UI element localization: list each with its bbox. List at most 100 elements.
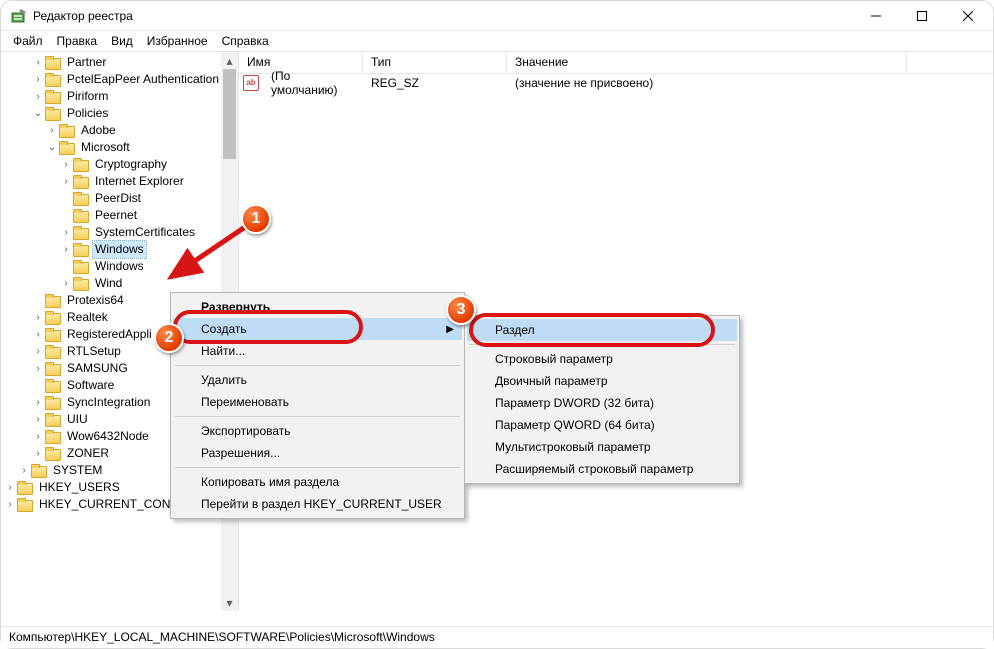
annotation-callout-2: 2 (154, 323, 184, 353)
minimize-button[interactable] (853, 1, 899, 31)
folder-icon (45, 73, 61, 87)
col-value[interactable]: Значение (507, 52, 907, 73)
chevron-right-icon[interactable]: › (31, 428, 45, 445)
ctx-find[interactable]: Найти... (173, 340, 462, 362)
tree-node-label: Adobe (79, 122, 118, 139)
ctx-delete[interactable]: Удалить (173, 369, 462, 391)
tree-node[interactable]: › PctelEapPeer Authentication (1, 71, 221, 88)
tree-node[interactable]: ›Cryptography (1, 156, 221, 173)
chevron-right-icon[interactable]: › (59, 156, 73, 173)
sub-key[interactable]: Раздел (467, 319, 737, 341)
status-path: Компьютер\HKEY_LOCAL_MACHINE\SOFTWARE\Po… (9, 630, 435, 644)
separator (175, 365, 460, 366)
sub-multistring[interactable]: Мультистроковый параметр (467, 436, 737, 458)
chevron-right-icon[interactable]: › (31, 360, 45, 377)
tree-node-label: Windows (93, 258, 146, 275)
separator (175, 416, 460, 417)
chevron-right-icon[interactable]: › (59, 173, 73, 190)
tree-node-label: PctelEapPeer Authentication (65, 71, 221, 88)
chevron-right-icon[interactable]: › (31, 394, 45, 411)
tree-node[interactable]: ·PeerDist (1, 190, 221, 207)
ctx-rename[interactable]: Переименовать (173, 391, 462, 413)
tree-node-label: RegisteredAppli (65, 326, 154, 343)
chevron-right-icon[interactable]: › (45, 122, 59, 139)
folder-icon (73, 158, 89, 172)
tree-node-label: Realtek (65, 309, 110, 326)
folder-icon (73, 260, 89, 274)
separator (469, 344, 735, 345)
sub-qword[interactable]: Параметр QWORD (64 бита) (467, 414, 737, 436)
folder-icon (73, 209, 89, 223)
ctx-goto[interactable]: Перейти в раздел HKEY_CURRENT_USER (173, 493, 462, 515)
folder-icon (45, 328, 61, 342)
context-menu: Развернуть Создать ▶ Найти... Удалить Пе… (170, 292, 465, 519)
tree-node-label: Software (65, 377, 116, 394)
tree-node[interactable]: ⌄Policies (1, 105, 221, 122)
chevron-right-icon[interactable]: › (3, 496, 17, 513)
scroll-up-icon[interactable]: ▴ (221, 52, 238, 69)
menu-file[interactable]: Файл (7, 32, 49, 50)
tree-node[interactable]: ›Partner (1, 54, 221, 71)
chevron-right-icon[interactable]: › (31, 411, 45, 428)
sub-binary[interactable]: Двоичный параметр (467, 370, 737, 392)
folder-icon (45, 379, 61, 393)
menu-edit[interactable]: Правка (51, 32, 104, 50)
folder-icon (59, 124, 75, 138)
sub-string[interactable]: Строковый параметр (467, 348, 737, 370)
ctx-export[interactable]: Экспортировать (173, 420, 462, 442)
tree-node-label: RTLSetup (65, 343, 123, 360)
title-bar: Редактор реестра (1, 1, 993, 31)
folder-icon (73, 277, 89, 291)
submenu-arrow-icon: ▶ (446, 324, 454, 335)
tree-node-label: PeerDist (93, 190, 143, 207)
list-row[interactable]: ab (По умолчанию) REG_SZ (значение не пр… (239, 74, 993, 92)
chevron-right-icon[interactable]: › (59, 224, 73, 241)
chevron-right-icon[interactable]: › (3, 479, 17, 496)
chevron-right-icon[interactable]: › (59, 241, 73, 258)
tree-node-label: Protexis64 (65, 292, 126, 309)
tree-node-label: SyncIntegration (65, 394, 152, 411)
menu-favorites[interactable]: Избранное (141, 32, 214, 50)
ctx-create[interactable]: Создать ▶ (173, 318, 462, 340)
menu-view[interactable]: Вид (105, 32, 139, 50)
folder-icon (45, 56, 61, 70)
maximize-button[interactable] (899, 1, 945, 31)
tree-node[interactable]: › Internet Explorer (1, 173, 221, 190)
chevron-right-icon[interactable]: › (31, 445, 45, 462)
folder-icon (45, 396, 61, 410)
tree-node[interactable]: ⌄ Microsoft (1, 139, 221, 156)
chevron-down-icon[interactable]: ⌄ (31, 105, 45, 122)
annotation-callout-1: 1 (241, 204, 271, 234)
col-type[interactable]: Тип (363, 52, 507, 73)
folder-icon (45, 345, 61, 359)
chevron-right-icon[interactable]: › (31, 309, 45, 326)
scroll-down-icon[interactable]: ▾ (221, 594, 238, 611)
ctx-create-label: Создать (201, 322, 247, 336)
tree-node[interactable]: › Piriform (1, 88, 221, 105)
chevron-right-icon[interactable]: › (31, 343, 45, 360)
chevron-right-icon[interactable]: › (31, 326, 45, 343)
chevron-right-icon[interactable]: › (17, 462, 31, 479)
scrollbar-thumb[interactable] (223, 69, 236, 159)
sub-expandstring[interactable]: Расширяемый строковый параметр (467, 458, 737, 480)
app-icon (11, 8, 27, 24)
chevron-right-icon[interactable]: › (31, 71, 45, 88)
folder-icon (45, 362, 61, 376)
tree-node-label: Internet Explorer (93, 173, 186, 190)
ctx-permissions[interactable]: Разрешения... (173, 442, 462, 464)
ctx-expand[interactable]: Развернуть (173, 296, 462, 318)
cell-name: (По умолчанию) (263, 69, 363, 97)
chevron-right-icon[interactable]: › (59, 275, 73, 292)
chevron-right-icon[interactable]: › (31, 88, 45, 105)
tree-node-label: Microsoft (79, 139, 132, 156)
ctx-copy-key-name[interactable]: Копировать имя раздела (173, 471, 462, 493)
chevron-right-icon[interactable]: › (31, 54, 45, 71)
sub-dword[interactable]: Параметр DWORD (32 бита) (467, 392, 737, 414)
tree-node[interactable]: › Adobe (1, 122, 221, 139)
chevron-down-icon[interactable]: ⌄ (45, 139, 59, 156)
menu-help[interactable]: Справка (216, 32, 275, 50)
close-button[interactable] (945, 1, 991, 31)
list-body[interactable]: ab (По умолчанию) REG_SZ (значение не пр… (239, 74, 993, 92)
tree-node-label: Piriform (65, 88, 110, 105)
tree-node-label: SAMSUNG (65, 360, 130, 377)
